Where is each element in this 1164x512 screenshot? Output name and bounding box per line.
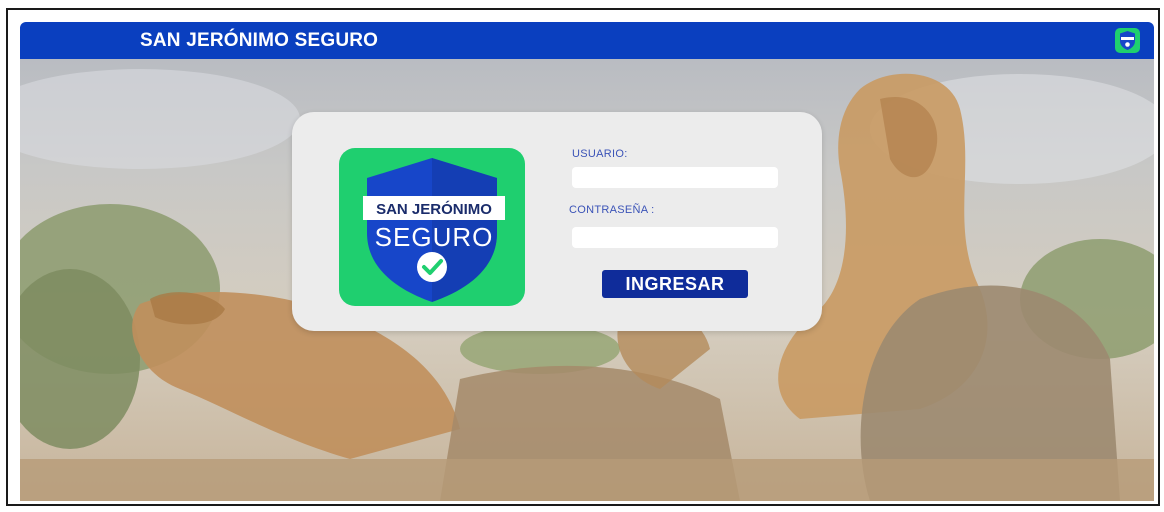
login-card: SAN JERÓNIMO SEGURO USUARIO: CONTRASEÑA …: [292, 112, 822, 331]
username-label: USUARIO:: [572, 148, 628, 160]
shield-logo-icon[interactable]: [1115, 28, 1140, 53]
top-header-bar: SAN JERÓNIMO SEGURO: [20, 22, 1154, 59]
check-circle-icon: [417, 252, 447, 282]
logo-line-2: SEGURO: [375, 222, 494, 252]
app-title: SAN JERÓNIMO SEGURO: [140, 30, 379, 51]
logo-line-1: SAN JERÓNIMO: [376, 200, 492, 218]
username-input[interactable]: [572, 167, 778, 188]
password-input[interactable]: [572, 227, 778, 248]
san-jeronimo-seguro-logo: SAN JERÓNIMO SEGURO: [339, 148, 525, 306]
login-button[interactable]: INGRESAR: [602, 270, 748, 298]
password-label: CONTRASEÑA :: [569, 204, 655, 216]
